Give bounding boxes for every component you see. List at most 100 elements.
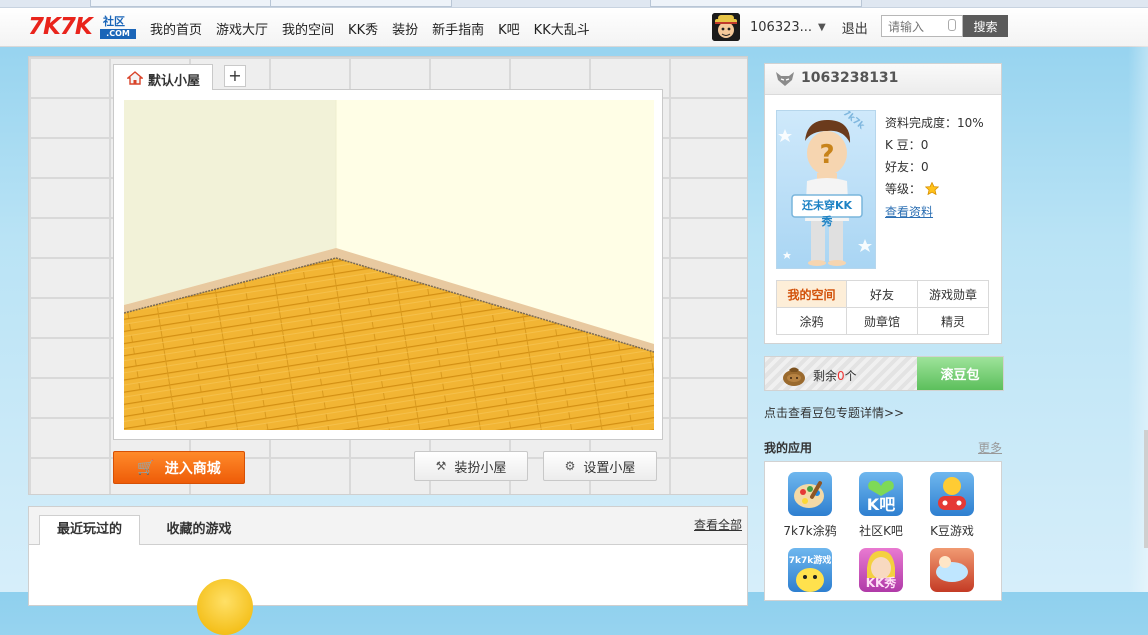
chevron-down-icon[interactable]: ▼ (818, 22, 826, 33)
app-item-graffiti[interactable]: 7k7k涂鸦 (780, 472, 840, 539)
profile-level: 等级： (885, 180, 940, 197)
gear-icon: ⚙ (564, 459, 576, 473)
profile-friends: 好友：0 (885, 158, 929, 175)
app-item-kk-show[interactable]: KK秀 (851, 548, 911, 598)
browser-tab[interactable] (650, 0, 862, 7)
empty-room-scene[interactable] (124, 100, 654, 430)
tab-default-house[interactable]: 默认小屋 (113, 64, 213, 90)
bean-remaining-text: 剩余0个 (813, 367, 857, 384)
grid-item-my-space[interactable]: 我的空间 (777, 281, 847, 308)
completion-value: 10% (957, 116, 984, 130)
username-label[interactable]: 106323... (750, 20, 812, 35)
home-icon (127, 71, 143, 85)
grid-item-graffiti[interactable]: 涂鸦 (777, 308, 847, 335)
nav-item-game-hall[interactable]: 游戏大厅 (216, 19, 268, 38)
wolf-head-icon (776, 72, 794, 86)
my-apps-panel: 7k7k涂鸦 K吧 社区K吧 K豆游戏 7k7k游戏 KK秀 (764, 461, 1002, 601)
nav-item-dress-up[interactable]: 装扮 (392, 19, 418, 38)
grid-item-friends[interactable]: 好友 (847, 281, 918, 308)
view-profile-link[interactable]: 查看资料 (885, 203, 933, 220)
logo-main-text: 7K7K (28, 14, 93, 40)
browser-tab-strip (0, 0, 1148, 8)
app-item-kba[interactable]: K吧 社区K吧 (851, 472, 911, 539)
app-item-7k7k-games[interactable]: 7k7k游戏 (780, 548, 840, 598)
enter-shop-button[interactable]: 🛒 进入商城 (113, 451, 245, 484)
roll-bean-bag-button[interactable]: 滚豆包 (917, 357, 1003, 390)
house-settings-button[interactable]: ⚙ 设置小屋 (543, 451, 657, 481)
house-panel: 默认小屋 + 🛒 进入商城 ⚒ 装扮小屋 ⚙ 设置小屋 (28, 56, 748, 495)
nav-item-kk-brawl[interactable]: KK大乱斗 (534, 19, 590, 38)
profile-header: 1063238131 (765, 64, 1001, 95)
house-settings-label: 设置小屋 (583, 460, 636, 476)
app-label-kba: 社区K吧 (859, 524, 903, 538)
tab-recently-played[interactable]: 最近玩过的 (39, 515, 140, 545)
profile-kbeans: K 豆：0 (885, 136, 928, 153)
nav-item-kk-show[interactable]: KK秀 (348, 19, 378, 38)
top-navigation-bar: 7K7K 社区 .COM 我的首页 游戏大厅 我的空间 KK秀 装扮 新手指南 … (0, 8, 1148, 47)
logout-link[interactable]: 退出 (842, 18, 868, 37)
friends-label: 好友： (885, 160, 922, 174)
user-area: 106323... ▼ 退出 (712, 13, 868, 41)
browser-tab[interactable] (90, 0, 272, 7)
logo-com-text: .COM (100, 29, 136, 39)
apps-more-link[interactable]: 更多 (978, 439, 1002, 456)
site-logo[interactable]: 7K7K 社区 .COM (28, 14, 136, 40)
app-label-kbean-games: K豆游戏 (930, 524, 974, 538)
kk-show-avatar-figure[interactable]: ? 还未穿KK秀 7k7k (776, 110, 876, 269)
search-box (881, 15, 963, 37)
kkshow-icon-text: KK秀 (865, 576, 897, 590)
bean-bag-icon (783, 367, 805, 386)
kba-heart-icon: K吧 (859, 472, 903, 516)
profile-uid: 1063238131 (801, 70, 899, 86)
level-label: 等级： (885, 182, 922, 196)
grid-item-medal-hall[interactable]: 勋章馆 (847, 308, 918, 335)
fighter-game-icon (930, 548, 974, 592)
avatar-pirate-face-icon (712, 13, 740, 41)
bean-detail-link[interactable]: 点击查看豆包专题详情>> (764, 404, 904, 421)
profile-links-grid: 我的空间 好友 游戏勋章 涂鸦 勋章馆 精灵 (776, 280, 989, 335)
palette-icon (788, 472, 832, 516)
default-avatar-figure-icon: ? (778, 119, 872, 266)
decorate-house-button[interactable]: ⚒ 装扮小屋 (414, 451, 528, 481)
games-tab-bar: 最近玩过的 收藏的游戏 查看全部 (29, 507, 747, 545)
game-thumbnail[interactable] (197, 579, 253, 635)
nav-item-beginner-guide[interactable]: 新手指南 (432, 19, 484, 38)
bean-remaining-suffix: 个 (844, 369, 857, 383)
bean-remaining-prefix: 剩余 (813, 369, 838, 383)
add-house-tab-button[interactable]: + (224, 65, 246, 87)
svg-text:?: ? (819, 140, 834, 170)
hammer-icon: ⚒ (435, 459, 447, 473)
games-panel: 最近玩过的 收藏的游戏 查看全部 (28, 506, 748, 635)
star-level-icon (924, 181, 940, 196)
search-button[interactable]: 搜索 (963, 15, 1008, 37)
grid-item-sprite[interactable]: 精灵 (918, 308, 989, 335)
completion-label: 资料完成度： (885, 116, 958, 130)
bean-bag-bar: 剩余0个 滚豆包 (764, 356, 1004, 391)
7k7k-game-chick-icon: 7k7k游戏 (788, 548, 832, 592)
microphone-icon[interactable] (948, 19, 956, 31)
kkshow-girl-icon: KK秀 (859, 548, 903, 592)
bean-remaining-count: 0 (837, 369, 845, 383)
figure-sign-text: 还未穿KK秀 (801, 199, 853, 228)
profile-card: 1063238131 ? 还未穿KK秀 7k7k 资料完成度：10% K 豆：0 (764, 63, 1002, 344)
search-input[interactable] (886, 17, 946, 37)
my-apps-title: 我的应用 (764, 441, 813, 455)
kbeans-value: 0 (920, 138, 929, 152)
app-label-graffiti: 7k7k涂鸦 (783, 524, 837, 538)
nav-item-kba[interactable]: K吧 (498, 19, 520, 38)
app-item-fighter-game[interactable] (922, 548, 982, 598)
kbeans-label: K 豆： (885, 138, 921, 152)
logo-community-text: 社区 (103, 15, 125, 28)
friends-value: 0 (921, 160, 929, 174)
scrollbar-edge[interactable] (1144, 430, 1148, 548)
user-avatar[interactable] (712, 13, 740, 41)
grid-item-game-medals[interactable]: 游戏勋章 (918, 281, 989, 308)
kba-icon-text: K吧 (866, 495, 896, 514)
app-item-kbean-games[interactable]: K豆游戏 (922, 472, 982, 539)
view-all-link[interactable]: 查看全部 (694, 516, 742, 533)
nav-item-home[interactable]: 我的首页 (150, 19, 202, 38)
browser-tab[interactable] (270, 0, 452, 7)
tab-favorite-games[interactable]: 收藏的游戏 (149, 515, 249, 545)
room-frame (113, 89, 663, 440)
nav-item-my-space[interactable]: 我的空间 (282, 19, 334, 38)
